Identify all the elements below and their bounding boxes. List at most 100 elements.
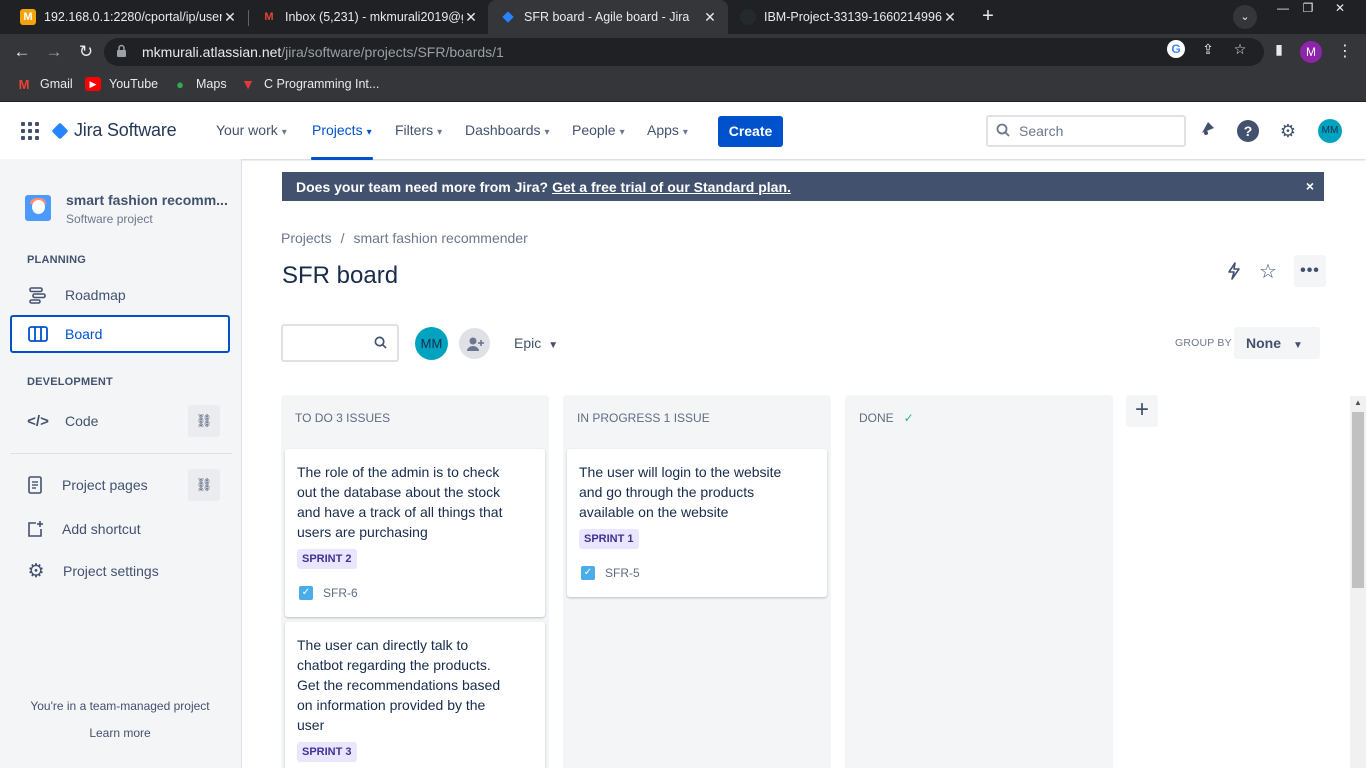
jira-top-nav: Jira Software Your work ▾ Projects ▾ Filte… bbox=[0, 103, 1366, 160]
bookmark-gmail[interactable]: M Gmail bbox=[16, 77, 73, 92]
browser-tab-active[interactable]: SFR board - Agile board - Jira ✕ bbox=[488, 0, 728, 34]
sprint-lozenge: SPRINT 2 bbox=[297, 549, 357, 569]
settings-gear-icon[interactable]: ⚙ bbox=[1276, 119, 1300, 143]
tab-search-icon[interactable]: ⌄ bbox=[1233, 5, 1257, 29]
back-icon[interactable]: ← bbox=[10, 40, 34, 64]
close-tab-icon[interactable]: ✕ bbox=[702, 9, 718, 26]
sidebar-item-add-shortcut[interactable]: Add shortcut bbox=[10, 510, 230, 548]
chevron-down-icon: ▾ bbox=[544, 127, 550, 138]
breadcrumb-project[interactable]: smart fashion recommender bbox=[353, 230, 527, 246]
bookmark-maps[interactable]: ● Maps bbox=[172, 76, 227, 92]
sidebar-divider bbox=[10, 453, 232, 454]
sprint-lozenge: SPRINT 3 bbox=[297, 742, 357, 762]
close-tab-icon[interactable]: ✕ bbox=[942, 9, 958, 26]
user-avatar[interactable]: MM bbox=[1318, 119, 1342, 143]
learn-more-link[interactable]: Learn more bbox=[0, 726, 240, 740]
bookmarks-bar: M Gmail ▶ YouTube ● Maps ▼ C Programming… bbox=[0, 70, 1366, 102]
browser-tab[interactable]: M 192.168.0.1:2280/cportal/ip/user_ ✕ bbox=[8, 0, 248, 34]
board-column-done: DONE ✓ bbox=[845, 395, 1113, 768]
group-by-select[interactable]: None ▼ bbox=[1234, 327, 1320, 359]
sidebar-item-board[interactable]: Board bbox=[10, 315, 230, 353]
issue-card[interactable]: The user can directly talk to chatbot re… bbox=[285, 622, 545, 768]
tab-title: 192.168.0.1:2280/cportal/ip/user_ bbox=[44, 10, 222, 24]
board-search-input[interactable] bbox=[281, 324, 399, 362]
scrollbar-thumb[interactable] bbox=[1352, 412, 1364, 588]
gmail-favicon-icon: M bbox=[264, 11, 274, 23]
browser-tab[interactable]: M Inbox (5,231) - mkmurali2019@g ✕ bbox=[249, 0, 489, 34]
nav-apps[interactable]: Apps ▾ bbox=[647, 122, 688, 138]
address-bar[interactable]: mkmurali.atlassian.net/jira/software/pro… bbox=[104, 38, 1264, 66]
window-close-icon[interactable]: ✕ bbox=[1325, 0, 1355, 18]
share-icon[interactable]: ⇪ bbox=[1199, 40, 1217, 58]
scroll-up-icon[interactable]: ▲ bbox=[1354, 398, 1362, 407]
browser-menu-icon[interactable]: ⋮ bbox=[1336, 40, 1354, 64]
side-panel-icon[interactable]: ▮ bbox=[1270, 40, 1288, 58]
project-avatar bbox=[25, 195, 51, 221]
search-icon bbox=[374, 336, 387, 352]
create-button[interactable]: Create bbox=[718, 116, 783, 147]
team-managed-note: You're in a team-managed project bbox=[30, 699, 210, 713]
bookmark-c-programming[interactable]: ▼ C Programming Int... bbox=[240, 76, 379, 92]
issue-card[interactable]: The role of the admin is to check out th… bbox=[285, 449, 545, 617]
app-switcher-icon[interactable] bbox=[21, 122, 39, 140]
sidebar-item-roadmap[interactable]: Roadmap bbox=[10, 276, 230, 314]
unlinked-icon[interactable]: ⛓ bbox=[188, 469, 220, 501]
search-input[interactable]: Search bbox=[986, 115, 1186, 147]
nav-filters[interactable]: Filters ▾ bbox=[395, 122, 442, 138]
tab-title: SFR board - Agile board - Jira bbox=[524, 10, 690, 24]
add-people-icon[interactable] bbox=[459, 328, 490, 359]
breadcrumb-projects[interactable]: Projects bbox=[281, 230, 332, 246]
close-tab-icon[interactable]: ✕ bbox=[463, 9, 479, 26]
star-icon[interactable]: ☆ bbox=[1252, 255, 1284, 287]
notifications-icon[interactable] bbox=[1196, 119, 1220, 143]
more-actions-icon[interactable]: ••• bbox=[1294, 255, 1326, 287]
chevron-down-icon: ▼ bbox=[548, 340, 559, 351]
roadmap-icon bbox=[27, 284, 49, 306]
page-title: SFR board bbox=[282, 262, 399, 289]
nav-people[interactable]: People ▾ bbox=[572, 122, 625, 138]
chevron-down-icon: ▼ bbox=[1293, 340, 1303, 351]
reload-icon[interactable]: ↻ bbox=[74, 40, 98, 64]
issue-summary: The user can directly talk to chatbot re… bbox=[297, 637, 501, 733]
sidebar-item-code[interactable]: </> Code ⛓ bbox=[10, 402, 230, 440]
tab-title: IBM-Project-33139-1660214996/ bbox=[764, 10, 942, 24]
router-favicon-icon: M bbox=[20, 9, 36, 25]
browser-tab[interactable]: IBM-Project-33139-1660214996/ ✕ bbox=[728, 0, 968, 34]
code-icon: </> bbox=[27, 412, 49, 430]
nav-dashboards[interactable]: Dashboards ▾ bbox=[465, 122, 550, 138]
settings-gear-icon: ⚙ bbox=[27, 560, 45, 582]
url-text: mkmurali.atlassian.net/jira/software/pro… bbox=[142, 44, 504, 60]
bookmark-star-icon[interactable]: ☆ bbox=[1231, 40, 1249, 58]
add-shortcut-icon bbox=[24, 518, 46, 540]
issue-card[interactable]: The user will login to the website and g… bbox=[567, 449, 827, 597]
close-tab-icon[interactable]: ✕ bbox=[222, 9, 238, 26]
column-header: DONE ✓ bbox=[859, 411, 914, 425]
new-tab-button[interactable]: + bbox=[976, 5, 1000, 29]
automation-icon[interactable] bbox=[1218, 255, 1250, 287]
nav-projects[interactable]: Projects ▾ bbox=[311, 122, 373, 160]
tab-title: Inbox (5,231) - mkmurali2019@g bbox=[285, 10, 463, 24]
help-icon[interactable]: ? bbox=[1237, 120, 1259, 142]
sidebar-item-project-settings[interactable]: ⚙ Project settings bbox=[10, 552, 230, 590]
assignee-filter-avatar[interactable]: MM bbox=[415, 327, 448, 360]
google-icon[interactable]: G bbox=[1167, 40, 1185, 58]
close-icon[interactable]: × bbox=[1306, 178, 1314, 194]
epic-filter-dropdown[interactable]: Epic ▼ bbox=[514, 335, 558, 351]
sprint-lozenge: SPRINT 1 bbox=[579, 529, 639, 549]
nav-your-work[interactable]: Your work ▾ bbox=[216, 122, 287, 138]
restore-icon[interactable]: ❐ bbox=[1293, 0, 1323, 18]
column-header: IN PROGRESS 1 ISSUE bbox=[577, 411, 710, 425]
add-column-button[interactable]: + bbox=[1126, 395, 1158, 427]
issue-key[interactable]: SFR-6 bbox=[323, 586, 358, 600]
jira-logo[interactable]: Jira Software bbox=[51, 120, 177, 141]
scrollbar[interactable]: ▲ bbox=[1350, 396, 1366, 768]
issue-key[interactable]: SFR-5 bbox=[605, 566, 640, 580]
project-name[interactable]: smart fashion recomm... bbox=[66, 192, 228, 208]
maps-icon: ● bbox=[176, 76, 184, 92]
profile-avatar[interactable]: M bbox=[1300, 41, 1322, 63]
forward-icon[interactable]: → bbox=[42, 40, 66, 64]
banner-trial-link[interactable]: Get a free trial of our Standard plan. bbox=[552, 179, 791, 195]
unlinked-icon[interactable]: ⛓ bbox=[188, 405, 220, 437]
sidebar-item-project-pages[interactable]: Project pages ⛓ bbox=[10, 466, 230, 504]
bookmark-youtube[interactable]: ▶ YouTube bbox=[85, 77, 158, 91]
